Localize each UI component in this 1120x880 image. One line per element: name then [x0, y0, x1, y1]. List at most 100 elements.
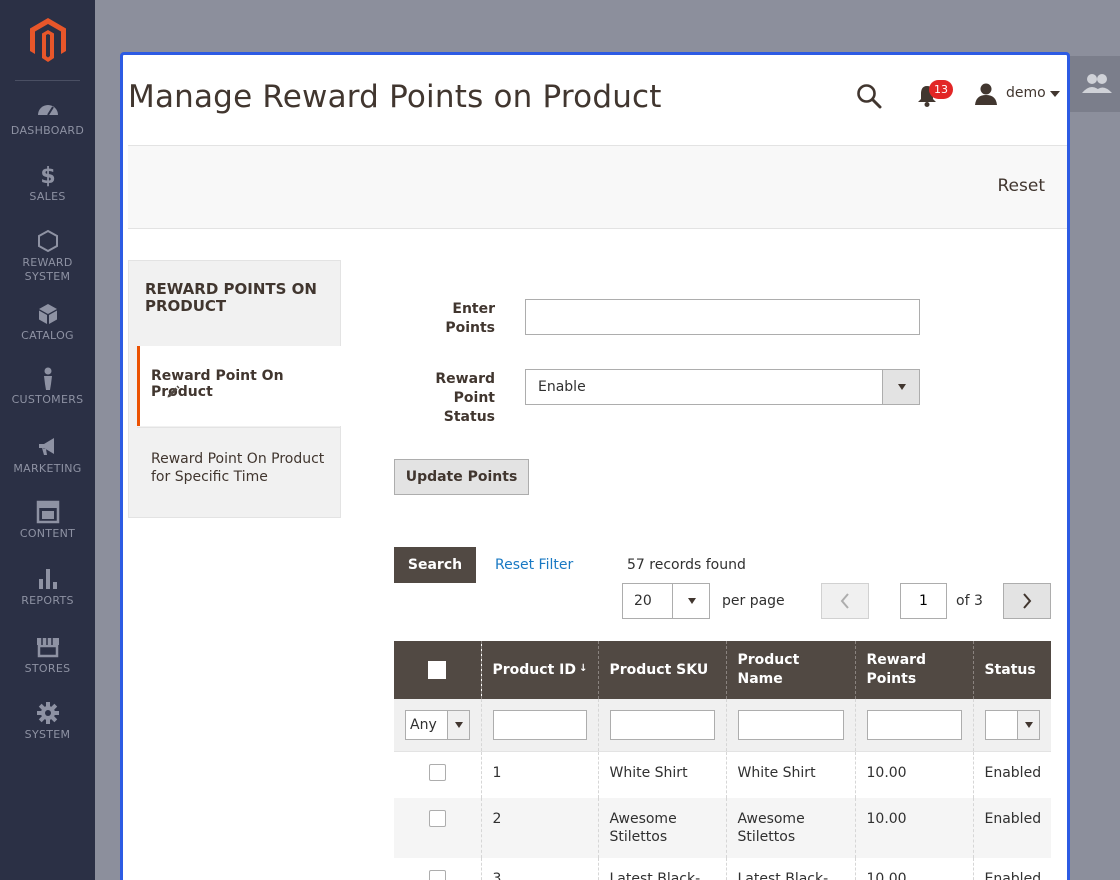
filter-cell: [597, 699, 726, 752]
gear-icon: [36, 702, 59, 724]
table-row[interactable]: 3 Latest Black- Latest Black- 10.00 Enab…: [394, 857, 1051, 880]
row-select-cell: [394, 858, 481, 880]
pencil-icon: [167, 385, 180, 398]
chevron-down-icon: [1025, 721, 1033, 728]
layout-icon: [36, 500, 59, 524]
column-header-product-name[interactable]: Product Name: [725, 641, 855, 699]
store-icon: [36, 638, 59, 658]
sku-filter-input[interactable]: [609, 709, 715, 740]
row-checkbox[interactable]: [428, 763, 446, 781]
filter-cell: [725, 699, 855, 752]
cell-product-name: White Shirt: [725, 751, 855, 798]
mass-select-filter[interactable]: Any: [405, 709, 470, 740]
chevron-left-icon: [840, 593, 849, 609]
tabs-title: REWARD POINTS ON PRODUCT: [145, 280, 317, 315]
dashboard-icon: [37, 105, 58, 116]
tab-reward-point-specific-time[interactable]: Reward Point On Product for Specific Tim…: [137, 427, 341, 507]
nav-item-stores[interactable]: STORES: [0, 635, 95, 676]
per-page-label: per page: [722, 593, 785, 609]
reset-button[interactable]: Reset: [998, 176, 1046, 196]
cell-reward-points: 10.00: [854, 857, 973, 880]
prev-page-button[interactable]: [821, 583, 869, 619]
cell-product-name: Latest Black-: [725, 857, 855, 880]
hexagon-icon: [37, 229, 58, 253]
per-page-select[interactable]: 20: [622, 583, 710, 619]
nav-item-customers[interactable]: CUSTOMERS: [0, 366, 95, 407]
table-row[interactable]: 1 White Shirt White Shirt 10.00 Enabled: [394, 751, 1051, 798]
status-select[interactable]: Enable: [525, 369, 920, 405]
grid-filter-row: Any: [394, 699, 1051, 752]
filter-cell: Any: [394, 699, 481, 752]
chevron-right-icon: [1023, 593, 1032, 609]
name-filter-input[interactable]: [737, 709, 844, 740]
row-checkbox[interactable]: [428, 869, 446, 880]
bar-chart-icon: [38, 569, 57, 589]
notification-badge[interactable]: 13: [929, 80, 953, 99]
product-id-filter-input[interactable]: [492, 709, 587, 740]
next-page-button[interactable]: [1003, 583, 1051, 619]
row-checkbox[interactable]: [428, 809, 446, 827]
status-label: Reward Point Status: [435, 371, 495, 425]
cell-status: Enabled: [972, 751, 1051, 798]
sort-desc-icon: ↓: [579, 663, 588, 674]
row-select-cell: [394, 751, 481, 798]
select-all-checkbox[interactable]: [428, 661, 447, 679]
user-icon[interactable]: [975, 83, 997, 105]
status-filter-select[interactable]: [984, 709, 1040, 740]
per-page-value: 20: [634, 593, 652, 609]
filter-select-value: Any: [410, 716, 437, 733]
points-filter-input[interactable]: [866, 709, 962, 740]
column-header-product-id[interactable]: Product ID ↓: [480, 641, 598, 699]
megaphone-icon: [38, 438, 54, 455]
cell-reward-points: 10.00: [854, 751, 973, 798]
cell-product-id: 1: [480, 751, 598, 798]
column-header-product-sku[interactable]: Product SKU: [597, 641, 726, 699]
page-total: of 3: [956, 593, 983, 609]
tab-reward-point-on-product[interactable]: Reward Point On Product: [137, 346, 341, 426]
update-points-button[interactable]: Update Points: [394, 459, 529, 495]
column-header-status[interactable]: Status: [972, 641, 1051, 699]
user-menu-caret-icon[interactable]: [1050, 91, 1060, 97]
filter-cell: [972, 699, 1051, 752]
nav-item-reports[interactable]: REPORTS: [0, 567, 95, 608]
status-select-toggle[interactable]: [882, 370, 919, 404]
nav-item-sales[interactable]: $ SALES: [0, 163, 95, 204]
nav-item-content[interactable]: CONTENT: [0, 500, 95, 541]
per-page-toggle[interactable]: [672, 584, 709, 618]
column-header-label: Product ID: [492, 661, 576, 678]
users-icon: [1082, 74, 1112, 93]
page-number-input[interactable]: [900, 583, 947, 619]
nav-label: CONTENT: [19, 527, 76, 540]
chevron-down-icon: [688, 598, 696, 604]
grid-header-row: Product ID ↓ Product SKU Product Name Re…: [394, 641, 1051, 699]
filter-select-toggle[interactable]: [446, 710, 469, 739]
filter-select-toggle[interactable]: [1017, 710, 1039, 739]
cell-product-sku: White Shirt: [597, 751, 726, 798]
nav-item-catalog[interactable]: CATALOG: [0, 302, 95, 343]
nav-label: REWARD SYSTEM: [22, 256, 73, 283]
cell-status: Enabled: [972, 797, 1051, 858]
search-icon[interactable]: [856, 83, 882, 109]
nav-label: STORES: [24, 662, 71, 675]
magento-logo-icon[interactable]: [28, 18, 68, 62]
nav-item-marketing[interactable]: MARKETING: [0, 435, 95, 476]
search-button[interactable]: Search: [394, 547, 476, 583]
nav-item-reward-system[interactable]: REWARD SYSTEM: [0, 229, 95, 284]
chevron-down-icon: [898, 384, 906, 390]
logo-divider: [15, 80, 80, 81]
column-header-reward-points[interactable]: Reward Points: [854, 641, 973, 699]
table-row[interactable]: 2 Awesome Stilettos Awesome Stilettos 10…: [394, 797, 1051, 858]
column-header-label: Product SKU: [609, 661, 709, 678]
side-panel-tab[interactable]: [1068, 56, 1120, 112]
reset-filter-link[interactable]: Reset Filter: [495, 557, 573, 573]
points-input[interactable]: [525, 299, 920, 335]
nav-label: CATALOG: [21, 329, 74, 342]
nav-item-system[interactable]: SYSTEM: [0, 701, 95, 742]
select-all-header[interactable]: [394, 641, 481, 699]
status-select-value: Enable: [538, 379, 586, 395]
cell-product-id: 2: [480, 797, 598, 858]
nav-label: DASHBOARD: [10, 124, 85, 137]
cell-product-sku: Latest Black-: [597, 857, 726, 880]
user-menu-name[interactable]: demo: [1006, 85, 1046, 101]
nav-item-dashboard[interactable]: DASHBOARD: [0, 97, 95, 138]
